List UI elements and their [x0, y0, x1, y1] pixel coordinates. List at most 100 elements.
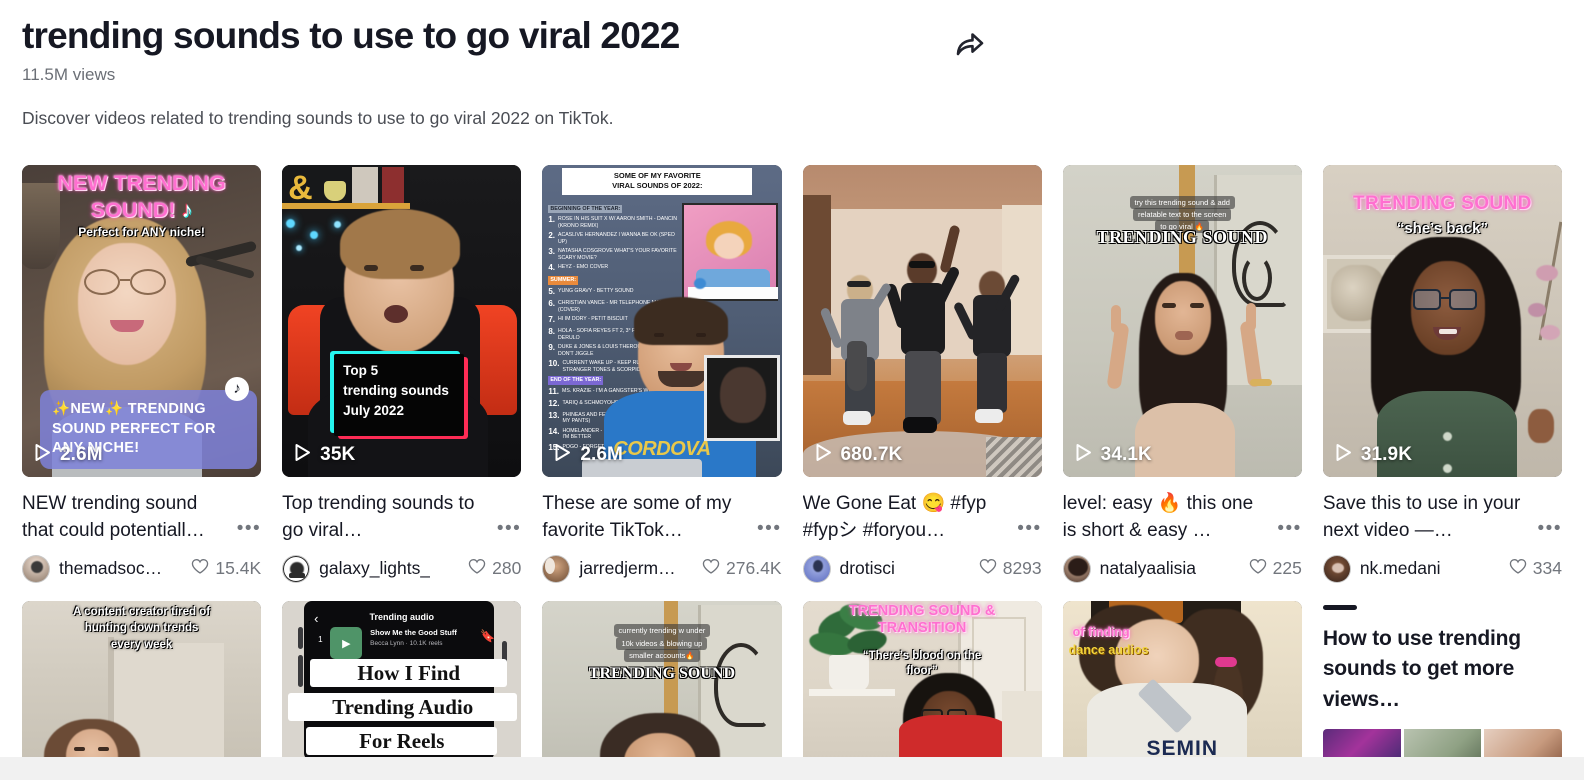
video-caption[interactable]: Save this to use in your next video —… [1323, 490, 1532, 545]
thumb-overlay-title2: SOUND! [90, 197, 176, 222]
video-caption[interactable]: NEW trending sound that could potentiall… [22, 490, 231, 545]
video-card[interactable]: try this trending sound & add relatable … [1062, 164, 1302, 583]
more-options-button[interactable]: ••• [1277, 519, 1301, 538]
video-card[interactable]: A content creator tired of hunting down … [22, 600, 262, 769]
video-caption[interactable]: These are some of my favorite TikTok… [542, 490, 751, 545]
video-thumbnail[interactable]: ‹ Trending audio 1 ▶ Show Me the Good St… [282, 600, 522, 761]
author-link[interactable]: natalyaalisia [1062, 554, 1243, 583]
thumb-overlay-line2: TRANSITION [877, 620, 967, 637]
play-icon [294, 443, 311, 467]
author-link[interactable]: galaxy_lights_ [282, 554, 462, 583]
track-title: Show Me the Good Stuff [370, 627, 457, 637]
avatar [282, 554, 311, 583]
page-header: trending sounds to use to go viral 2022 … [0, 0, 1584, 129]
video-thumbnail[interactable]: 680.7K [802, 164, 1042, 477]
more-options-button[interactable]: ••• [237, 519, 261, 538]
heart-icon [468, 558, 486, 580]
more-options-button[interactable]: ••• [1017, 519, 1041, 538]
meta-row: jarredjerm… 276.4K [542, 554, 782, 583]
page-description: Discover videos related to trending soun… [22, 107, 614, 128]
author-link[interactable]: drotisci [802, 554, 973, 583]
video-thumbnail[interactable]: try this trending sound & add relatable … [1062, 164, 1302, 477]
track-play-icon[interactable]: ▶ [342, 637, 350, 650]
play-icon [1075, 443, 1092, 467]
caption-row: Top trending sounds to go viral… ••• [282, 490, 521, 545]
thumb-overlay-big: TRENDING SOUND [1353, 192, 1532, 214]
author-name: galaxy_lights_ [319, 558, 431, 579]
video-grid-row-1: NEW TRENDING NEW TRENDING SOUND! ♪ Perfe… [0, 164, 1584, 583]
video-card[interactable]: ‹ Trending audio 1 ▶ Show Me the Good St… [282, 600, 522, 769]
meta-row: natalyaalisia 225 [1062, 554, 1302, 583]
author-name: themadsoc… [59, 558, 163, 579]
page-title: trending sounds to use to go viral 2022 [22, 15, 680, 56]
play-icon [34, 443, 51, 467]
video-card[interactable]: 680.7K We Gone Eat 😋 #fyp #fypシ #foryou…… [802, 164, 1042, 583]
video-thumbnail[interactable]: & Top 5 trending sounds July 2022 35K [282, 164, 522, 477]
bookmark-icon[interactable]: 🔖 [480, 629, 495, 643]
share-button[interactable] [950, 26, 990, 66]
play-count: 31.9K [1360, 443, 1413, 465]
title-row: trending sounds to use to go viral 2022 [22, 14, 1562, 58]
author-name: nk.medani [1359, 558, 1441, 579]
like-count: 276.4K [726, 558, 782, 579]
video-card[interactable]: currently trending w under 10k videos & … [542, 600, 782, 769]
caption-row: level: easy 🔥 this one is short & easy …… [1063, 490, 1302, 545]
video-card[interactable]: NEW TRENDING NEW TRENDING SOUND! ♪ Perfe… [22, 164, 262, 583]
thumb-overlay-chip2: 10k videos & blowing up [616, 636, 708, 650]
author-link[interactable]: themadsoc… [22, 554, 185, 583]
video-card[interactable]: & Top 5 trending sounds July 2022 35K To… [282, 164, 522, 583]
video-card[interactable]: SEMIN of finding dance audios [1062, 600, 1302, 769]
thumb-overlay-chip2: relatable text to the screen [1133, 208, 1232, 222]
like-stat: 225 [1249, 558, 1302, 580]
thumb-overlay-line2: trending sounds [343, 382, 449, 398]
video-thumbnail[interactable]: SOME OF MY FAVORITE VIRAL SOUNDS OF 2022… [542, 164, 782, 477]
like-count: 225 [1272, 558, 1302, 579]
play-count: 34.1K [1100, 443, 1152, 465]
video-caption[interactable]: Top trending sounds to go viral… [282, 490, 491, 545]
article-card[interactable]: How to use trending sounds to get more v… [1322, 601, 1562, 770]
list-section-1: BEGINNING OF THE YEAR: [548, 204, 623, 214]
meta-row: galaxy_lights_ 280 [282, 554, 521, 583]
play-count-badge: 2.6M [554, 443, 623, 467]
video-caption[interactable]: level: easy 🔥 this one is short & easy … [1063, 490, 1272, 545]
video-card[interactable]: TRENDING SOUND “she’s back” 31.9K Save t… [1322, 164, 1562, 583]
article-title: How to use trending sounds to get more v… [1322, 626, 1521, 711]
video-thumbnail[interactable]: A content creator tired of hunting down … [22, 600, 262, 761]
like-stat: 15.4K [191, 558, 261, 580]
more-options-button[interactable]: ••• [497, 519, 521, 538]
play-count: 2.6M [580, 443, 623, 465]
author-name: jarredjerm… [579, 558, 676, 579]
caption-row: These are some of my favorite TikTok… ••… [542, 490, 781, 545]
more-options-button[interactable]: ••• [1538, 519, 1562, 538]
play-count-badge: 35K [294, 443, 355, 467]
thumb-overlay-line1: TRENDING SOUND & [848, 602, 996, 619]
discover-page: trending sounds to use to go viral 2022 … [0, 0, 1584, 780]
play-icon [815, 443, 832, 467]
like-count: 15.4K [215, 558, 262, 579]
video-card[interactable]: SOME OF MY FAVORITE VIRAL SOUNDS OF 2022… [542, 164, 782, 583]
author-link[interactable]: jarredjerm… [542, 554, 696, 583]
author-link[interactable]: nk.medani [1322, 554, 1503, 583]
like-stat: 280 [468, 558, 521, 580]
avatar [22, 554, 50, 583]
video-thumbnail[interactable]: SEMIN of finding dance audios [1062, 600, 1302, 761]
share-arrow-icon [955, 30, 985, 63]
thumb-overlay-big: TRENDING SOUND [1096, 226, 1268, 247]
article-accent-bar [1322, 604, 1357, 610]
like-count: 334 [1532, 558, 1562, 579]
thumb-overlay-big: TRENDING SOUND [588, 664, 736, 682]
tiktok-note-icon: ♪ [181, 196, 193, 222]
more-options-button[interactable]: ••• [757, 519, 781, 538]
play-count: 680.7K [840, 443, 903, 465]
thumb-overlay-line3: “There’s blood on the [862, 649, 982, 662]
video-caption[interactable]: We Gone Eat 😋 #fyp #fypシ #foryou… [803, 490, 1012, 545]
video-thumbnail[interactable]: NEW TRENDING NEW TRENDING SOUND! ♪ Perfe… [22, 164, 262, 477]
meta-row: themadsoc… 15.4K [22, 554, 261, 583]
track-subtitle: Becca Lynn · 10.1K reels [370, 639, 443, 647]
track-number: 1 [318, 634, 323, 644]
video-thumbnail[interactable]: TRENDING SOUND “she’s back” 31.9K [1322, 164, 1562, 477]
video-card[interactable]: TRENDING SOUND & TRANSITION “There’s blo… [802, 600, 1042, 769]
video-thumbnail[interactable]: currently trending w under 10k videos & … [542, 600, 782, 761]
video-thumbnail[interactable]: TRENDING SOUND & TRANSITION “There’s blo… [802, 600, 1042, 761]
play-count-badge: 34.1K [1075, 443, 1152, 467]
